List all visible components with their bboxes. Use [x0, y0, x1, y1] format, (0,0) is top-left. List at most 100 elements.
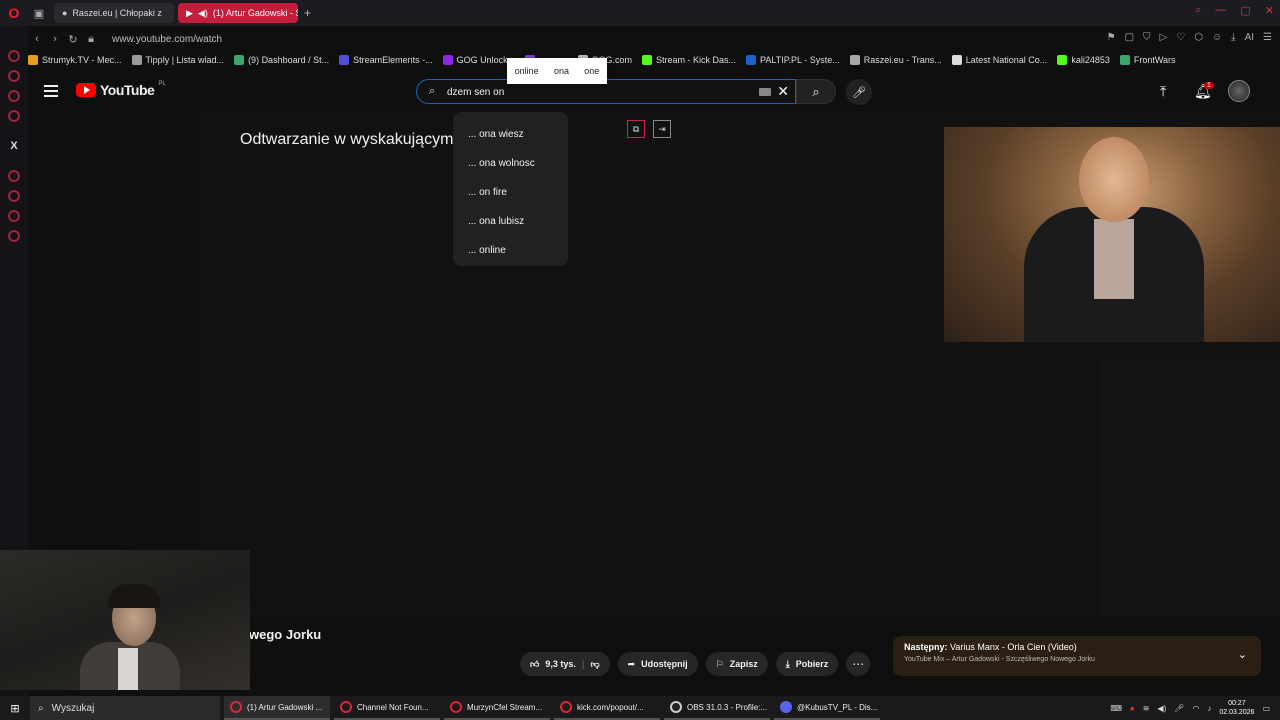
bookmark-item[interactable]: kali24853 — [1057, 55, 1110, 65]
bookmark-item[interactable]: StreamElements -... — [339, 55, 433, 65]
opera-icon — [230, 701, 242, 713]
url-field[interactable]: www.youtube.com/watch — [112, 34, 222, 45]
lock-icon: 🔒︎ — [88, 32, 94, 45]
taskbar-item[interactable]: kick.com/popout/... — [554, 696, 660, 720]
pip-video-frame[interactable] — [944, 127, 1280, 342]
reload-button[interactable]: ↻ — [64, 33, 82, 46]
webcam-overlay — [0, 550, 250, 690]
opera-icon — [450, 701, 462, 713]
tray-game-icon[interactable]: ⌨ — [1110, 704, 1122, 713]
workspaces-icon[interactable]: ▣ — [28, 0, 50, 26]
tray-wifi-icon[interactable]: ◠ — [1192, 704, 1199, 713]
bookmark-item[interactable]: (9) Dashboard / St... — [234, 55, 329, 65]
video-person-face — [1079, 137, 1149, 222]
bookmark-item[interactable]: GOG Unlock... — [442, 55, 515, 65]
youtube-play-icon — [76, 83, 96, 97]
tab-label: (1) Artur Gadowski - S — [212, 8, 298, 18]
ime-candidate[interactable]: one — [584, 66, 599, 76]
suggestion-item[interactable]: ... ona wiesz — [453, 120, 568, 149]
clear-search-icon[interactable]: ✕ — [777, 83, 789, 100]
tray-volume-icon[interactable]: ◀) — [1157, 704, 1166, 713]
taskbar-item[interactable]: MurzynCfel Stream... — [444, 696, 550, 720]
suggestion-item[interactable]: ... online — [453, 236, 568, 265]
save-button[interactable]: ⚐ Zapisz — [705, 652, 768, 676]
sidebar-messenger-icon[interactable] — [8, 70, 20, 82]
pip-toggle-icon[interactable]: ⧉ — [627, 120, 645, 138]
taskbar-item[interactable]: @KubusTV_PL - Dis... — [774, 696, 880, 720]
ai-icon[interactable]: AI — [1245, 32, 1254, 43]
taskbar-item[interactable]: Channel Not Foun... — [334, 696, 440, 720]
tray-record-icon[interactable]: ● — [1130, 704, 1135, 713]
heart-icon[interactable]: ♡ — [1176, 32, 1185, 43]
search-tabs-icon[interactable]: ⌕ — [1195, 4, 1201, 17]
share-button[interactable]: ➦ Udostępnij — [617, 652, 698, 676]
webcam-person-hair — [108, 584, 160, 608]
menu-icon[interactable]: ☰ — [1263, 32, 1272, 43]
pip-return-icon[interactable]: ⇥ — [653, 120, 671, 138]
chevron-down-icon[interactable]: ⌄ — [1238, 648, 1247, 661]
opera-logo-icon[interactable]: O — [0, 0, 28, 26]
more-actions-button[interactable]: ⋯ — [846, 652, 871, 676]
sidebar-player-icon[interactable] — [8, 170, 20, 182]
back-button[interactable]: ‹ — [28, 33, 46, 45]
ime-candidate[interactable]: online — [515, 66, 539, 76]
sidebar-settings-icon[interactable] — [8, 230, 20, 242]
profile-icon[interactable]: ☺ — [1212, 32, 1222, 43]
bookmark-item[interactable]: PALTIP.PL - Syste... — [746, 55, 840, 65]
bookmark-favicon-icon — [442, 55, 453, 65]
bookmark-item[interactable]: Strumyk.TV - Mec... — [28, 55, 122, 65]
youtube-logo[interactable]: YouTube PL — [76, 81, 166, 98]
menu-icon[interactable] — [44, 85, 58, 97]
ime-candidate[interactable]: ona — [554, 66, 569, 76]
sidebar-chat-icon[interactable] — [8, 210, 20, 222]
bookmark-item[interactable]: FrontWars — [1119, 55, 1176, 65]
sidebar-ai-icon[interactable] — [8, 50, 20, 62]
browser-tab-bar: O ▣ ● Raszei.eu | Chłopaki z ▶ ◀) (1) Ar… — [0, 0, 1280, 26]
windows-taskbar: ⊞ ⌕ Wyszukaj (1) Artur Gadowski ... Chan… — [0, 696, 1280, 720]
close-window-button[interactable]: ✕ — [1265, 4, 1274, 17]
avatar[interactable] — [1228, 80, 1250, 102]
bookmark-item[interactable]: Tipply | Lista wiad... — [131, 55, 224, 65]
bookmark-item[interactable]: Latest National Co... — [951, 55, 1047, 65]
tray-speaker-icon[interactable]: ♪ — [1207, 704, 1211, 713]
suggestion-item[interactable]: ... on fire — [453, 178, 568, 207]
voice-search-button[interactable]: 🎤︎ — [846, 79, 872, 105]
dislike-divider: | — [581, 659, 585, 669]
new-tab-button[interactable]: + — [304, 6, 311, 20]
keyboard-icon[interactable] — [759, 88, 771, 96]
windows-start-icon[interactable]: ⊞ — [0, 696, 30, 720]
tray-network-icon[interactable]: ≋ — [1143, 704, 1150, 713]
taskbar-search[interactable]: ⌕ Wyszukaj — [30, 696, 220, 720]
sidebar-instagram-icon[interactable] — [8, 110, 20, 122]
taskbar-clock[interactable]: 00:27 02.03.2026 — [1219, 699, 1254, 717]
sidebar-history-icon[interactable] — [8, 190, 20, 202]
snapshot-icon[interactable]: ▢ — [1125, 32, 1134, 43]
maximize-button[interactable]: ▢ — [1240, 4, 1250, 17]
forward-button[interactable]: › — [46, 33, 64, 45]
minimize-button[interactable]: — — [1215, 4, 1226, 17]
tab-youtube[interactable]: ▶ ◀) (1) Artur Gadowski - S — [178, 3, 298, 23]
like-button[interactable]: 👍︎ 9,3 tys. | 👎︎ — [520, 652, 610, 676]
notifications-center-icon[interactable]: ▭ — [1262, 704, 1270, 713]
taskbar-item[interactable]: (1) Artur Gadowski ... — [224, 696, 330, 720]
extensions-icon[interactable]: ⬡ — [1194, 32, 1203, 43]
taskbar-item[interactable]: OBS 31.0.3 - Profile:... — [664, 696, 770, 720]
upload-icon[interactable]: ⤒ — [1160, 83, 1166, 100]
suggestion-item[interactable]: ... ona lubisz — [453, 207, 568, 236]
bookmark-item[interactable]: Stream - Kick Das... — [642, 55, 736, 65]
search-button[interactable]: ⌕ — [796, 79, 836, 104]
thumbs-down-icon[interactable]: 👎︎ — [590, 659, 599, 670]
up-next-card[interactable]: Następny: Varius Manx - Orla Cien (Video… — [893, 636, 1261, 676]
bookmark-item[interactable]: Raszei.eu - Trans... — [849, 55, 942, 65]
download-button[interactable]: ⤓ Pobierz — [775, 652, 839, 676]
tray-mic-icon[interactable]: 🎤︎ — [1174, 704, 1184, 713]
sidebar-x-icon[interactable]: X — [10, 140, 17, 152]
suggestion-item[interactable]: ... ona wolnosc — [453, 149, 568, 178]
player-icon[interactable]: ▷ — [1160, 32, 1168, 43]
downloads-icon[interactable]: ⤓ — [1231, 32, 1235, 43]
search-input[interactable] — [447, 83, 747, 101]
bookmark-icon[interactable]: ⚑ — [1107, 32, 1116, 43]
tab-raszei[interactable]: ● Raszei.eu | Chłopaki z — [54, 3, 174, 23]
shield-icon[interactable]: ⛉ — [1143, 32, 1151, 43]
sidebar-whatsapp-icon[interactable] — [8, 90, 20, 102]
